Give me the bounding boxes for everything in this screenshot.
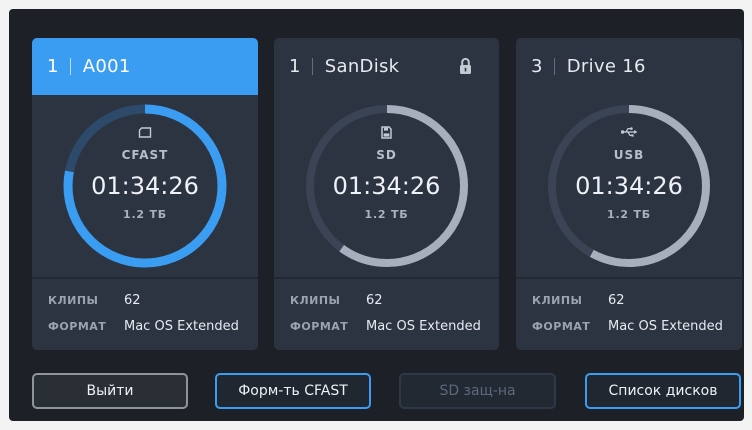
format-label: ФОРМАТ	[290, 320, 349, 333]
card-header: 3 Drive 16	[516, 38, 742, 95]
media-card-sd[interactable]: 1 SanDisk SD 01:34:26 1.2 ТБ КЛИПЫ 62 ФО…	[274, 38, 499, 350]
card-divider	[274, 277, 499, 279]
media-card-usb[interactable]: 3 Drive 16 USB 01:34:26 1.2 ТБ КЛИПЫ 62 …	[516, 38, 742, 350]
capacity-label: 1.2 ТБ	[122, 208, 167, 221]
remaining-time: 01:34:26	[332, 172, 441, 200]
sd-card-icon	[274, 125, 499, 139]
format-value: Mac OS Extended	[366, 319, 481, 334]
exit-button[interactable]: Выйти	[32, 373, 188, 409]
clips-count: 62	[608, 293, 625, 308]
slot-number: 3	[531, 56, 543, 77]
format-value: Mac OS Extended	[608, 319, 723, 334]
card-header: 1 A001	[32, 38, 258, 95]
clips-count: 62	[366, 293, 383, 308]
disk-name: A001	[82, 56, 131, 77]
capacity-label: 1.2 ТБ	[364, 208, 409, 221]
usb-icon	[516, 125, 742, 139]
capacity-label: 1.2 ТБ	[606, 208, 651, 221]
disk-list-button[interactable]: Список дисков	[585, 373, 741, 409]
media-type-label: SD	[376, 148, 397, 162]
media-card-cfast[interactable]: 1 A001 CFAST 01:34:26 1.2 ТБ КЛИПЫ 62 ФО…	[32, 38, 258, 350]
card-divider	[516, 277, 742, 279]
remaining-time: 01:34:26	[575, 172, 683, 200]
clips-label: КЛИПЫ	[48, 294, 99, 307]
lock-icon	[460, 57, 471, 74]
media-type-label: CFAST	[121, 148, 169, 162]
format-cfast-button[interactable]: Форм-ть CFAST	[215, 373, 371, 409]
clips-count: 62	[124, 293, 141, 308]
sd-protect-button[interactable]: SD защ-на	[399, 373, 556, 409]
clips-label: КЛИПЫ	[290, 294, 341, 307]
slot-number: 1	[47, 56, 59, 77]
remaining-time: 01:34:26	[91, 172, 199, 200]
clips-label: КЛИПЫ	[532, 294, 583, 307]
media-type-label: USB	[613, 148, 645, 162]
card-divider	[32, 277, 258, 279]
format-label: ФОРМАТ	[48, 320, 107, 333]
slot-number: 1	[289, 56, 301, 77]
format-value: Mac OS Extended	[124, 319, 239, 334]
format-label: ФОРМАТ	[532, 320, 591, 333]
header-divider	[553, 58, 555, 75]
header-divider	[311, 58, 313, 75]
header-divider	[69, 58, 71, 75]
disk-name: SanDisk	[324, 56, 400, 77]
storage-screen: 1 A001 CFAST 01:34:26 1.2 ТБ КЛИПЫ 62 ФО…	[9, 9, 744, 421]
cfast-card-icon	[32, 125, 258, 139]
disk-name: Drive 16	[566, 56, 646, 77]
